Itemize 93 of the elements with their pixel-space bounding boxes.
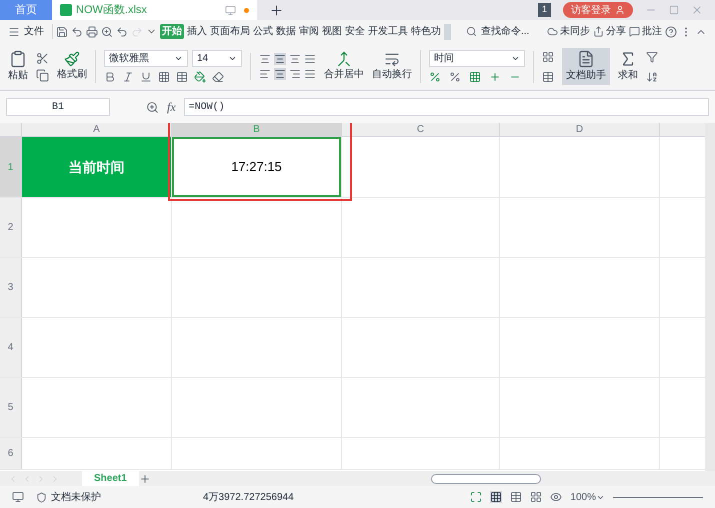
align-right-icon[interactable] [289, 68, 301, 80]
formula-field[interactable]: =NOW() [184, 98, 709, 116]
align-center-icon[interactable] [274, 68, 286, 80]
merge-icon[interactable] [336, 51, 352, 67]
vertical-scrollbar[interactable] [705, 123, 715, 471]
row-header[interactable]: 2 [0, 198, 22, 257]
ribbon-tab[interactable]: 开发工具 [368, 24, 408, 39]
column-header[interactable]: C [342, 123, 500, 136]
sync-button[interactable]: 未同步 [547, 24, 590, 39]
table-cell: 17:27:15 [172, 137, 341, 197]
bold-icon[interactable] [104, 71, 116, 83]
clipboard-icon[interactable] [9, 50, 27, 68]
copy-icon[interactable] [36, 68, 49, 82]
wrap-text-button[interactable]: 自动换行 [372, 51, 412, 82]
ribbon-tab[interactable]: 安全 [345, 24, 365, 39]
cut-icon[interactable] [36, 52, 49, 64]
cloud-icon[interactable] [547, 26, 558, 37]
doc-helper-button[interactable]: 文档助手 [562, 48, 610, 85]
paintbrush-icon[interactable] [64, 51, 80, 67]
paste-button[interactable]: 粘贴 [8, 50, 28, 83]
document-icon[interactable] [577, 50, 595, 68]
ribbon-tab[interactable]: 视图 [322, 24, 342, 39]
horizontal-scrollbar[interactable] [430, 474, 541, 484]
window-count-badge: 1 [538, 3, 551, 17]
zoom-icon[interactable] [146, 100, 159, 114]
comment-button[interactable]: 批注 [629, 24, 662, 39]
align-top-icon[interactable] [259, 53, 271, 65]
caret-icon [174, 54, 183, 63]
row-header[interactable]: 5 [0, 378, 22, 437]
monitor-icon[interactable] [225, 4, 236, 16]
ribbon-tab[interactable]: 页面布局 [210, 24, 250, 39]
search-icon[interactable] [466, 26, 477, 37]
save-icon[interactable] [56, 26, 68, 38]
document-tab[interactable]: NOW函数.xlsx [52, 0, 257, 20]
shield-icon[interactable] [36, 492, 47, 502]
caret-icon [228, 54, 237, 63]
conditional-format-icon[interactable] [542, 70, 554, 82]
font-size-select[interactable]: 14 [192, 50, 242, 67]
format-painter-button[interactable]: 格式刷 [57, 51, 87, 82]
number-format-select[interactable]: 时间 [429, 50, 525, 67]
command-search[interactable]: 查找命令... [466, 24, 530, 39]
clear-icon[interactable] [212, 71, 224, 83]
comment-icon[interactable] [629, 26, 640, 37]
file-menu[interactable]: 文件 [8, 24, 53, 39]
caret-icon [511, 54, 520, 63]
share-icon[interactable] [593, 26, 604, 37]
justify-icon[interactable] [304, 68, 316, 80]
filter-icon[interactable] [646, 50, 658, 62]
merge-center-button[interactable]: 合并居中 [324, 51, 364, 82]
undo-icon[interactable] [116, 26, 128, 38]
eye-protection-icon[interactable] [550, 491, 562, 503]
new-tab-icon[interactable] [269, 2, 284, 18]
print-preview-icon[interactable] [101, 26, 113, 38]
protection-status[interactable]: 文档未保护 [36, 490, 101, 504]
underline-icon[interactable] [140, 71, 152, 83]
print-icon[interactable] [86, 26, 98, 38]
wrap-icon[interactable] [384, 51, 400, 67]
login-button[interactable]: 访客登录 [563, 2, 633, 18]
sum-value: 4万3972.727256944 [203, 490, 294, 504]
spreadsheet-icon [60, 4, 72, 16]
help-icon[interactable] [665, 26, 677, 38]
ribbon-tab[interactable]: 数据 [276, 24, 296, 39]
fx-label: fx [167, 99, 176, 116]
ribbon-tab[interactable]: 插入 [187, 24, 207, 39]
align-left-icon[interactable] [259, 68, 271, 80]
align-bottom-icon[interactable] [289, 53, 301, 65]
page-break-icon[interactable] [510, 491, 522, 503]
ribbon-tab[interactable]: 审阅 [299, 24, 319, 39]
sum-button[interactable]: 求和 [618, 50, 638, 83]
font-select[interactable]: 微软雅黑 [104, 50, 188, 67]
name-box[interactable]: B1 [6, 98, 110, 116]
zoom-select[interactable]: 100% [570, 490, 605, 504]
border-icon[interactable] [158, 71, 170, 83]
column-header[interactable]: D [500, 123, 660, 136]
row-header[interactable]: 6 [0, 438, 22, 469]
normal-view-icon[interactable] [490, 491, 502, 503]
align-middle-icon[interactable] [274, 53, 286, 65]
menu-icon[interactable] [8, 26, 20, 38]
ribbon-tab[interactable]: 特色功 [411, 24, 441, 39]
percent-icon[interactable] [449, 71, 461, 83]
sort-icon[interactable] [646, 70, 658, 82]
indent-icon[interactable] [304, 53, 316, 65]
fullscreen-icon[interactable] [470, 491, 482, 503]
heading-cell: 当前时间 [22, 137, 171, 197]
row-header[interactable]: 3 [0, 258, 22, 317]
avatar-icon [615, 5, 625, 15]
fill-color-icon[interactable] [194, 71, 206, 83]
row-header[interactable]: 4 [0, 318, 22, 377]
italic-icon[interactable] [122, 71, 134, 83]
undo-icon[interactable] [71, 26, 83, 38]
add-sheet-icon[interactable] [138, 472, 151, 484]
share-button[interactable]: 分享 [593, 24, 626, 39]
ribbon-tab[interactable]: 公式 [253, 24, 273, 39]
